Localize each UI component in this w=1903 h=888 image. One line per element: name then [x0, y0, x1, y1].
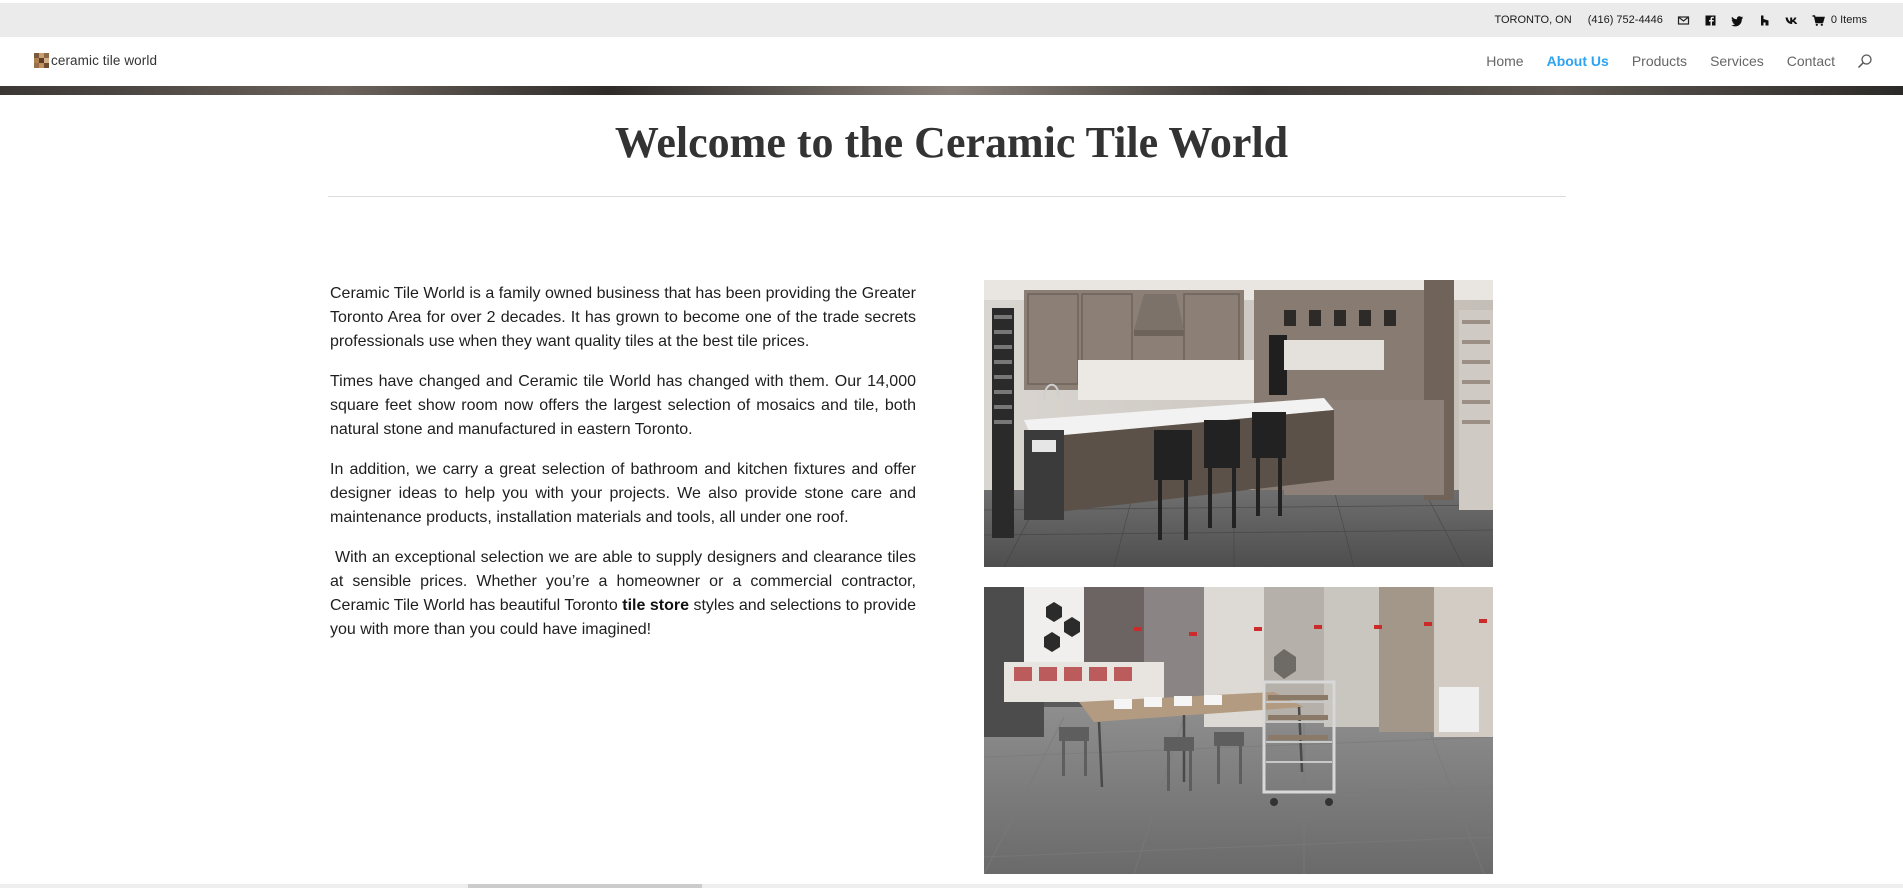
location-text: TORONTO, ON	[1494, 14, 1572, 26]
cart-icon[interactable]	[1812, 14, 1825, 27]
top-bar: TORONTO, ON (416) 752-4446 0 Items	[0, 3, 1903, 37]
horizontal-scrollbar[interactable]	[0, 884, 1903, 888]
logo-mark-icon	[34, 53, 49, 68]
page-title: Welcome to the Ceramic Tile World	[614, 118, 1289, 167]
email-icon[interactable]	[1677, 14, 1690, 27]
cart-label[interactable]: 0 Items	[1831, 14, 1867, 26]
title-divider	[328, 196, 1566, 197]
about-text: Ceramic Tile World is a family owned bus…	[330, 282, 916, 658]
hero-image-strip	[0, 86, 1903, 95]
site-logo[interactable]: ceramic tile world	[34, 53, 157, 68]
showroom-display-photo	[984, 587, 1493, 874]
facebook-icon[interactable]	[1704, 14, 1717, 27]
nav-item-products[interactable]: Products	[1632, 53, 1687, 69]
about-paragraph-3: In addition, we carry a great selection …	[330, 461, 916, 526]
search-icon[interactable]	[1857, 53, 1873, 69]
nav-item-about-us[interactable]: About Us	[1547, 53, 1609, 69]
vk-icon[interactable]	[1785, 14, 1798, 27]
about-paragraph-4: With an exceptional selection we are abl…	[330, 546, 916, 642]
nav-item-contact[interactable]: Contact	[1787, 53, 1835, 69]
nav-item-home[interactable]: Home	[1486, 53, 1523, 69]
logo-text: ceramic tile world	[51, 53, 158, 68]
phone-link[interactable]: (416) 752-4446	[1588, 14, 1663, 26]
nav-item-services[interactable]: Services	[1710, 53, 1764, 69]
kitchen-display-photo	[984, 280, 1493, 567]
main-nav: Home About Us Products Services Contact	[1463, 53, 1873, 69]
twitter-icon[interactable]	[1731, 14, 1744, 27]
about-paragraph-1: Ceramic Tile World is a family owned bus…	[330, 285, 916, 350]
tile-store-link[interactable]: tile store	[622, 597, 689, 614]
site-header: ceramic tile world Home About Us Product…	[0, 37, 1903, 86]
about-paragraph-2: Times have changed and Ceramic tile Worl…	[330, 373, 916, 438]
top-bar-info: TORONTO, ON (416) 752-4446 0 Items	[1478, 3, 1867, 37]
houzz-icon[interactable]	[1758, 14, 1771, 27]
horizontal-scrollbar-thumb[interactable]	[468, 884, 702, 888]
